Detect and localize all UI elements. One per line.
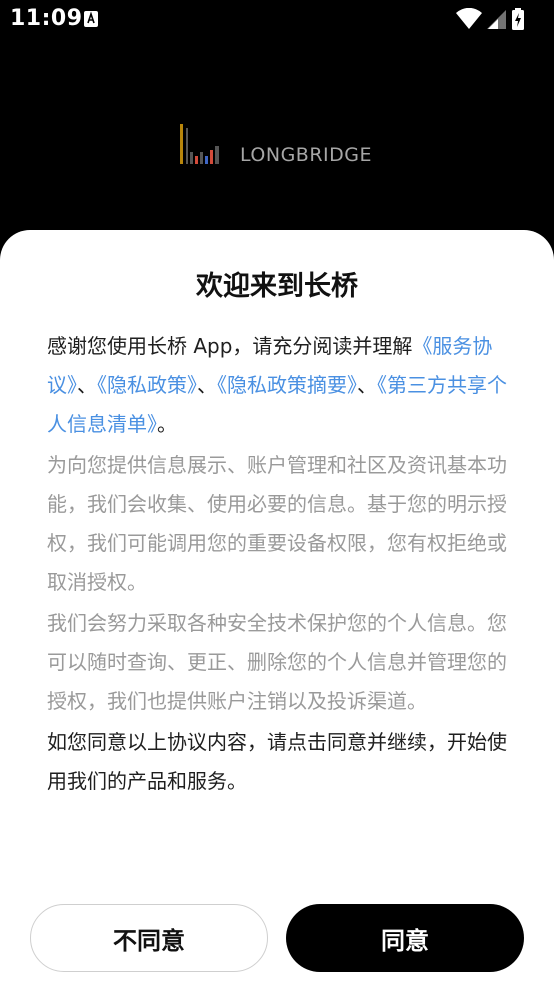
longbridge-mark-icon [180,124,219,164]
intro-prefix: 感谢您使用长桥 App，请充分阅读并理解 [47,334,413,358]
info-collection-paragraph: 为向您提供信息展示、账户管理和社区及资讯基本功能，我们会收集、使用必要的信息。基… [47,453,507,594]
intro-suffix: 。 [157,412,177,436]
signal-icon [487,10,506,29]
logo-text: LONGBRIDGE [240,144,372,166]
agree-button[interactable]: 同意 [286,904,524,972]
separator: 、 [197,373,217,397]
disagree-button[interactable]: 不同意 [30,904,268,972]
dialog-title: 欢迎来到长桥 [196,271,358,302]
separator: 、 [77,373,97,397]
notification-icon [84,11,98,27]
intro-paragraph: 感谢您使用长桥 App，请充分阅读并理解《服务协议》、《隐私政策》、《隐私政策摘… [47,327,509,444]
battery-icon [512,8,524,30]
privacy-policy-link[interactable]: 《隐私政策》 [97,373,197,397]
dialog-content: 感谢您使用长桥 App，请充分阅读并理解《服务协议》、《隐私政策》、《隐私政策摘… [47,327,509,801]
status-time: 11:09 [10,6,83,31]
status-bar: 11:09 [0,0,554,38]
wifi-icon [456,8,482,29]
status-icons [456,8,546,30]
security-paragraph: 我们会努力采取各种安全技术保护您的个人信息。您可以随时查询、更正、删除您的个人信… [47,611,507,713]
consent-paragraph: 如您同意以上协议内容，请点击同意并继续，开始使用我们的产品和服务。 [47,730,507,793]
longbridge-logo: LONGBRIDGE [180,122,380,166]
separator: 、 [357,373,377,397]
privacy-dialog: 欢迎来到长桥 感谢您使用长桥 App，请充分阅读并理解《服务协议》、《隐私政策》… [0,230,554,984]
privacy-summary-link[interactable]: 《隐私政策摘要》 [217,373,357,397]
